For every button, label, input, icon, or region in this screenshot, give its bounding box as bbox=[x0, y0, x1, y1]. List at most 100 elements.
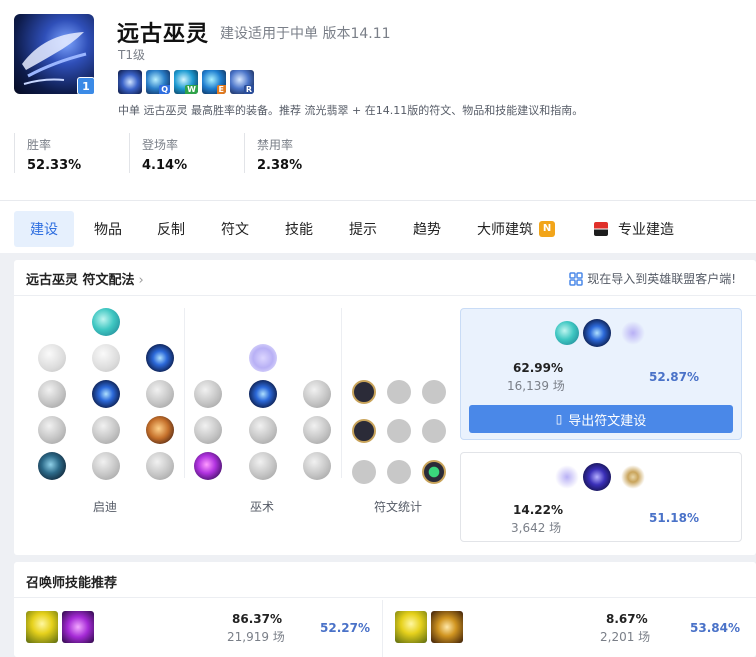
spell-row-1[interactable]: 86.37% 21,919 场 52.27% bbox=[14, 598, 382, 657]
rune-page-card-1[interactable]: 62.99% 16,139 场 52.87% ▯ 导出符文建设 bbox=[460, 308, 742, 440]
column-label-inspiration: 启迪 bbox=[93, 500, 118, 514]
column-divider bbox=[341, 308, 342, 478]
stat-value: 4.14% bbox=[142, 158, 188, 173]
import-link-text: 现在导入到英雄联盟客户端! bbox=[587, 272, 736, 286]
skill-e-icon[interactable]: E bbox=[202, 70, 226, 94]
column-label-shards: 符文统计 bbox=[374, 500, 423, 514]
tab-bar: 建设 物品 反制 符文 技能 提示 趋势 大师建筑 N 专业建造 bbox=[0, 200, 756, 253]
games-count: 21,919 场 bbox=[227, 630, 285, 644]
spell-row-2[interactable]: 8.67% 2,201 场 53.84% bbox=[383, 598, 756, 657]
rune-first-strike-icon[interactable] bbox=[146, 344, 174, 372]
stat-label: 胜率 bbox=[27, 138, 52, 152]
rune-arcane-comet-icon bbox=[583, 463, 611, 491]
tab-master-builds-label: 大师建筑 bbox=[477, 222, 533, 238]
import-to-client-link[interactable]: 现在导入到英雄联盟客户端! bbox=[569, 270, 736, 287]
summoner-panel-title: 召唤师技能推荐 bbox=[26, 576, 118, 591]
rune-scorch-icon[interactable] bbox=[194, 452, 222, 480]
passive-icon[interactable] bbox=[118, 70, 142, 94]
stat-ban-rate: 禁用率 2.38% bbox=[244, 133, 359, 173]
games-count: 16,139 场 bbox=[507, 379, 565, 393]
rune-biscuit-delivery-icon[interactable] bbox=[146, 416, 174, 444]
rune-gathering-storm-icon[interactable] bbox=[303, 452, 331, 480]
shard-health-scaling-icon[interactable] bbox=[422, 460, 446, 484]
build-version: 建设适用于中单 版本14.11 bbox=[220, 26, 391, 42]
stat-win-rate: 胜率 52.33% bbox=[14, 133, 129, 173]
rune-glacial-augment-icon[interactable] bbox=[38, 344, 66, 372]
shard-ability-haste-icon[interactable] bbox=[422, 380, 446, 404]
stat-label: 禁用率 bbox=[257, 138, 294, 152]
win-rate: 52.27% bbox=[320, 621, 370, 635]
rune-nullifying-orb-icon[interactable] bbox=[194, 380, 222, 408]
shard-adaptive-force-icon[interactable] bbox=[352, 419, 376, 443]
skill-key-e: E bbox=[216, 85, 226, 94]
rune-unsealed-spellbook-icon[interactable] bbox=[92, 344, 120, 372]
level-badge: 1 bbox=[77, 77, 95, 95]
champion-header: 1 远古巫灵 建设适用于中单 版本14.11 T1级 Q W E R 中单 远古… bbox=[0, 0, 756, 200]
inspiration-tree-icon bbox=[92, 308, 120, 336]
sorcery-tree-icon bbox=[249, 344, 277, 372]
pick-rate: 14.22% bbox=[513, 503, 563, 517]
export-runes-button[interactable]: ▯ 导出符文建设 bbox=[469, 405, 733, 433]
rune-hextech-flashtraption-icon[interactable] bbox=[38, 380, 66, 408]
rune-panel-title[interactable]: 远古巫灵 符文配法 › bbox=[26, 269, 144, 288]
skill-w-icon[interactable]: W bbox=[174, 70, 198, 94]
rune-cosmic-insight-icon[interactable] bbox=[38, 452, 66, 480]
summoner-panel-header: 召唤师技能推荐 bbox=[14, 562, 756, 598]
rune-manaflow-band-icon[interactable] bbox=[249, 380, 277, 408]
inspiration-tree-icon bbox=[555, 321, 579, 345]
shard-tenacity-icon[interactable] bbox=[387, 460, 411, 484]
skill-r-icon[interactable]: R bbox=[230, 70, 254, 94]
rune-nimbus-cloak-icon[interactable] bbox=[303, 380, 331, 408]
tab-build[interactable]: 建设 bbox=[14, 211, 74, 247]
rune-page-card-2[interactable]: 14.22% 3,642 场 51.18% bbox=[460, 452, 742, 542]
tab-pro-builds[interactable]: 专业建造 bbox=[594, 211, 674, 247]
champion-name: 远古巫灵 bbox=[117, 22, 210, 47]
purple-spell-icon bbox=[62, 611, 94, 643]
win-rate: 52.87% bbox=[649, 370, 699, 384]
rune-approach-velocity-icon[interactable] bbox=[92, 452, 120, 480]
rune-triple-tonic-icon[interactable] bbox=[38, 416, 66, 444]
pick-rate: 8.67% bbox=[606, 612, 648, 626]
tab-master-builds[interactable]: 大师建筑 N bbox=[477, 211, 555, 247]
ignite-icon bbox=[431, 611, 463, 643]
rune-first-strike-icon bbox=[583, 319, 611, 347]
shard-health-scaling-icon[interactable] bbox=[422, 419, 446, 443]
tab-skills[interactable]: 技能 bbox=[285, 211, 313, 247]
tab-runes[interactable]: 符文 bbox=[221, 211, 249, 247]
export-icon: ▯ bbox=[555, 412, 563, 426]
flash-icon bbox=[395, 611, 427, 643]
games-count: 2,201 场 bbox=[600, 630, 651, 644]
rune-cash-back-icon[interactable] bbox=[146, 380, 174, 408]
skill-key-r: R bbox=[243, 85, 254, 94]
column-divider bbox=[184, 308, 185, 478]
skill-q-icon[interactable]: Q bbox=[146, 70, 170, 94]
shard-health-icon[interactable] bbox=[352, 460, 376, 484]
rune-waterwalking-icon[interactable] bbox=[249, 452, 277, 480]
shard-adaptive-force-icon[interactable] bbox=[352, 380, 376, 404]
sorcery-tree-icon bbox=[621, 321, 645, 345]
rune-transcendence-icon[interactable] bbox=[194, 416, 222, 444]
new-badge: N bbox=[539, 221, 555, 237]
build-description: 中单 远古巫灵 最高胜率的装备。推荐 流光翡翠 + 在14.11版的符文、物品和… bbox=[118, 104, 584, 117]
shard-attack-speed-icon[interactable] bbox=[387, 380, 411, 404]
stat-pick-rate: 登场率 4.14% bbox=[129, 133, 244, 173]
win-rate: 53.84% bbox=[690, 621, 740, 635]
rune-magical-footwear-icon[interactable] bbox=[92, 380, 120, 408]
rune-celerity-icon[interactable] bbox=[249, 416, 277, 444]
chevron-right-icon: › bbox=[138, 273, 144, 288]
rune-time-warp-tonic-icon[interactable] bbox=[92, 416, 120, 444]
tab-counters[interactable]: 反制 bbox=[157, 211, 185, 247]
tab-tips[interactable]: 提示 bbox=[349, 211, 377, 247]
tab-items[interactable]: 物品 bbox=[94, 211, 122, 247]
stat-value: 52.33% bbox=[27, 158, 82, 173]
rune-panel-header: 远古巫灵 符文配法 › 现在导入到英雄联盟客户端! bbox=[14, 260, 756, 296]
flash-icon bbox=[26, 611, 58, 643]
games-count: 3,642 场 bbox=[511, 521, 562, 535]
resolve-tree-icon bbox=[621, 465, 645, 489]
pro-build-icon bbox=[594, 222, 608, 236]
rune-panel-title-text: 远古巫灵 符文配法 bbox=[26, 273, 135, 288]
rune-jack-of-all-trades-icon[interactable] bbox=[146, 452, 174, 480]
shard-move-speed-icon[interactable] bbox=[387, 419, 411, 443]
rune-absolute-focus-icon[interactable] bbox=[303, 416, 331, 444]
tab-trends[interactable]: 趋势 bbox=[413, 211, 441, 247]
